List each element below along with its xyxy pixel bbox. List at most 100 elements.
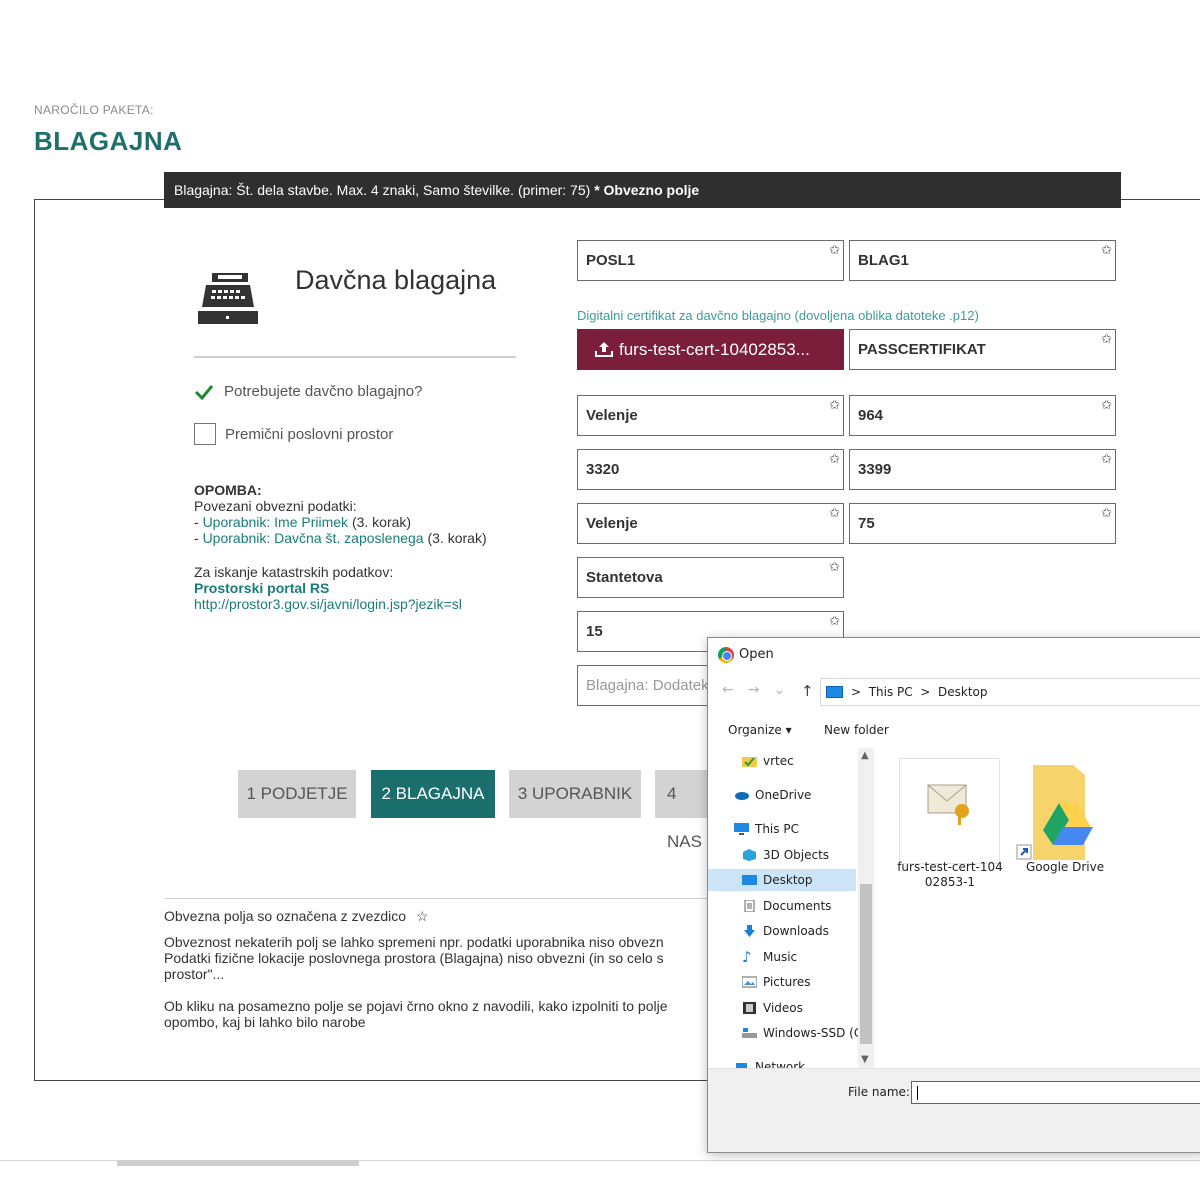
field-value: 75 xyxy=(858,515,875,532)
star-icon: ✩ xyxy=(1101,451,1112,466)
step-settings[interactable]: 4 NAS xyxy=(655,770,715,851)
tree-scroll-thumb[interactable] xyxy=(860,884,872,1044)
footer-line: prostor"... xyxy=(164,966,225,982)
horizontal-scrollbar[interactable] xyxy=(117,1160,359,1166)
field-value: 3399 xyxy=(858,461,892,478)
breadcrumb-separator: > xyxy=(851,685,862,699)
upload-icon xyxy=(595,342,613,357)
note-item-prefix: - xyxy=(194,514,203,530)
scroll-down-icon[interactable]: ▼ xyxy=(861,1054,869,1065)
drive-icon xyxy=(742,1028,757,1038)
download-icon xyxy=(744,925,755,937)
street-field[interactable]: Stantetova ✩ xyxy=(577,557,844,598)
tree-item-3d-objects[interactable]: 3D Objects xyxy=(742,844,829,866)
tree-item-documents[interactable]: Documents xyxy=(742,895,831,917)
new-folder-button[interactable]: New folder xyxy=(824,723,889,737)
star-icon: ✩ xyxy=(829,559,840,574)
dialog-title: Open xyxy=(739,647,774,662)
file-name-line: 02853-1 xyxy=(924,875,976,889)
tree-item-downloads[interactable]: Downloads xyxy=(742,920,829,942)
file-name-input[interactable] xyxy=(911,1081,1200,1104)
post-name-field[interactable]: Velenje ✩ xyxy=(577,503,844,544)
cert-upload-button[interactable]: furs-test-cert-10402853... xyxy=(577,329,844,370)
star-icon: ✩ xyxy=(1101,331,1112,346)
tree-item-videos[interactable]: Videos xyxy=(742,997,803,1019)
city-field[interactable]: Velenje ✩ xyxy=(577,395,844,436)
tree-label: Windows-SSD (C xyxy=(763,1026,863,1040)
google-drive-shortcut-icon[interactable] xyxy=(1013,765,1103,860)
footer-line: opombo, kaj bi lahko bilo narobe xyxy=(164,1014,366,1030)
field-hint-bar: Blagajna: Št. dela stavbe. Max. 4 znaki,… xyxy=(164,172,1121,208)
hint-text: Blagajna: Št. dela stavbe. Max. 4 znaki,… xyxy=(174,182,591,198)
user-name-link[interactable]: Uporabnik: Ime Priimek xyxy=(203,514,349,530)
cadastral-building-field[interactable]: 964 ✩ xyxy=(849,395,1116,436)
checkmark-icon xyxy=(194,384,214,400)
premises-id-field[interactable]: POSL1 ✩ xyxy=(577,240,844,281)
tree-item-desktop[interactable]: Desktop xyxy=(708,869,856,891)
portal-link[interactable]: Prostorski portal RS xyxy=(194,580,554,596)
hint-required: * Obvezno polje xyxy=(594,182,700,198)
field-placeholder: Blagajna: Dodatek xyxy=(586,677,709,694)
tree-label: Music xyxy=(763,950,798,964)
organize-button[interactable]: Organize ▾ xyxy=(728,723,792,737)
tree-item-music[interactable]: ♪ Music xyxy=(742,946,797,968)
note-block: OPOMBA: Povezani obvezni podatki: - Upor… xyxy=(194,482,554,612)
upload-filename: furs-test-cert-10402853... xyxy=(619,340,810,359)
star-icon: ✩ xyxy=(829,505,840,520)
music-icon: ♪ xyxy=(742,948,752,966)
building-part-field[interactable]: 75 ✩ xyxy=(849,503,1116,544)
up-arrow-icon[interactable]: ↑ xyxy=(801,682,814,700)
step-user[interactable]: 3 UPORABNIK xyxy=(509,770,641,818)
file-name-line: furs-test-cert-104 xyxy=(897,860,1003,874)
certificate-file-icon xyxy=(927,784,969,825)
field-value: BLAG1 xyxy=(858,252,909,269)
video-icon xyxy=(743,1002,756,1014)
step-company[interactable]: 1 PODJETJE xyxy=(238,770,356,818)
mobile-premises-label: Premični poslovni prostor xyxy=(225,425,394,443)
star-icon: ✩ xyxy=(829,451,840,466)
tax-number-link[interactable]: Uporabnik: Davčna št. zaposlenega xyxy=(203,530,424,546)
need-register-label: Potrebujete davčno blagajno? xyxy=(224,383,423,400)
mobile-premises-option[interactable]: Premični poslovni prostor xyxy=(194,423,393,445)
tree-label: This PC xyxy=(755,822,799,836)
cert-password-field[interactable]: PASSCERTIFIKAT ✩ xyxy=(849,329,1116,370)
tree-item-this-pc[interactable]: This PC xyxy=(734,818,799,840)
register-id-field[interactable]: BLAG1 ✩ xyxy=(849,240,1116,281)
text-caret xyxy=(917,1086,918,1100)
note-item-suffix: (3. korak) xyxy=(348,514,412,530)
scroll-up-icon[interactable]: ▲ xyxy=(861,750,869,761)
required-fields-note: Obvezna polja so označena z zvezdico ☆ xyxy=(164,908,429,925)
tree-item-vrtec[interactable]: vrtec xyxy=(742,750,794,772)
note-item-prefix: - xyxy=(194,530,203,546)
address-bar[interactable]: > This PC > Desktop xyxy=(820,678,1200,706)
breadcrumb-desktop[interactable]: Desktop xyxy=(938,685,988,699)
tree-label: Downloads xyxy=(763,924,829,938)
cube-icon xyxy=(743,849,756,861)
step-register[interactable]: 2 BLAGAJNA xyxy=(371,770,495,818)
onedrive-icon xyxy=(735,792,749,800)
tree-label: 3D Objects xyxy=(763,848,830,862)
cadastral-community-field[interactable]: 3399 ✩ xyxy=(849,449,1116,490)
tree-label: Videos xyxy=(763,1001,803,1015)
folder-sync-icon xyxy=(742,757,757,767)
tree-item-onedrive[interactable]: OneDrive xyxy=(734,784,811,806)
note-item-suffix: (3. korak) xyxy=(423,530,487,546)
back-forward-arrows[interactable]: ←→⌄ xyxy=(722,682,799,698)
section-divider xyxy=(194,356,516,358)
cert-file-name: furs-test-cert-104 02853-1 xyxy=(897,860,1003,890)
cadastre-intro: Za iskanje katastrskih podatkov: xyxy=(194,564,394,580)
document-icon xyxy=(744,900,755,912)
breadcrumb-this-pc[interactable]: This PC xyxy=(869,685,913,699)
field-value: 964 xyxy=(858,407,884,424)
portal-url-link[interactable]: http://prostor3.gov.si/javni/login.jsp?j… xyxy=(194,596,554,612)
need-register-option[interactable]: Potrebujete davčno blagajno? xyxy=(194,383,423,400)
mobile-premises-checkbox[interactable] xyxy=(194,423,216,445)
field-value: Velenje xyxy=(586,515,638,532)
note-item-2: - Uporabnik: Davčna št. zaposlenega (3. … xyxy=(194,530,554,546)
postal-code-field[interactable]: 3320 ✩ xyxy=(577,449,844,490)
footer-text: Obveznost nekaterih polj se lahko spreme… xyxy=(164,934,724,1030)
tree-item-windows-ssd[interactable]: Windows-SSD (C xyxy=(742,1022,862,1044)
tree-item-pictures[interactable]: Pictures xyxy=(742,971,811,993)
page-title: BLAGAJNA xyxy=(34,126,183,156)
tree-label: Pictures xyxy=(763,975,811,989)
